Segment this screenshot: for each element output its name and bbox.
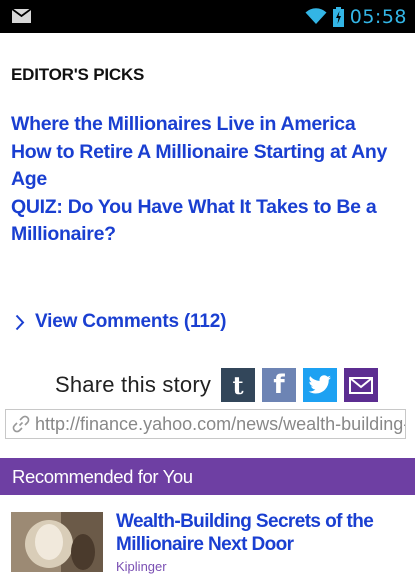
facebook-share-button[interactable]: f — [262, 368, 297, 402]
recommended-item-title: Wealth-Building Secrets of the Millionai… — [116, 511, 374, 555]
story-url-field[interactable]: http://finance.yahoo.com/news/wealth-bui… — [5, 409, 406, 439]
mail-notification-icon — [12, 9, 31, 23]
clock: 05:58 — [349, 5, 407, 28]
facebook-icon: f — [273, 370, 285, 400]
battery-charging-icon — [332, 6, 344, 27]
editors-pick-link[interactable]: QUIZ: Do You Have What It Takes to Be a … — [11, 194, 406, 249]
recommended-header-label: Recommended for You — [12, 465, 193, 487]
article-thumbnail — [11, 512, 103, 572]
twitter-icon — [308, 375, 332, 394]
wifi-icon — [305, 8, 327, 24]
view-comments-link[interactable]: View Comments (112) — [15, 309, 226, 335]
chevron-right-icon — [15, 314, 25, 330]
share-label: Share this story — [55, 372, 212, 397]
editors-picks-list: Where the Millionaires Live in America H… — [11, 111, 406, 249]
recommended-item[interactable]: Wealth-Building Secrets of the Millionai… — [11, 510, 406, 574]
share-row: Share this story t f — [55, 366, 379, 404]
tumblr-icon: t — [232, 370, 244, 400]
email-icon — [349, 376, 374, 394]
story-url-value: http://finance.yahoo.com/news/wealth-bui… — [35, 413, 406, 434]
tumblr-share-button[interactable]: t — [221, 368, 256, 402]
status-bar: 05:58 — [0, 0, 415, 33]
email-share-button[interactable] — [344, 368, 379, 402]
link-icon — [12, 415, 30, 433]
editors-pick-link[interactable]: Where the Millionaires Live in America — [11, 111, 406, 139]
recommended-header: Recommended for You — [0, 458, 415, 495]
view-comments-label: View Comments (112) — [35, 311, 227, 332]
editors-pick-link[interactable]: How to Retire A Millionaire Starting at … — [11, 139, 406, 194]
twitter-share-button[interactable] — [303, 368, 338, 402]
chandelier-image — [11, 512, 103, 572]
editors-picks-heading: EDITOR'S PICKS — [11, 65, 145, 84]
